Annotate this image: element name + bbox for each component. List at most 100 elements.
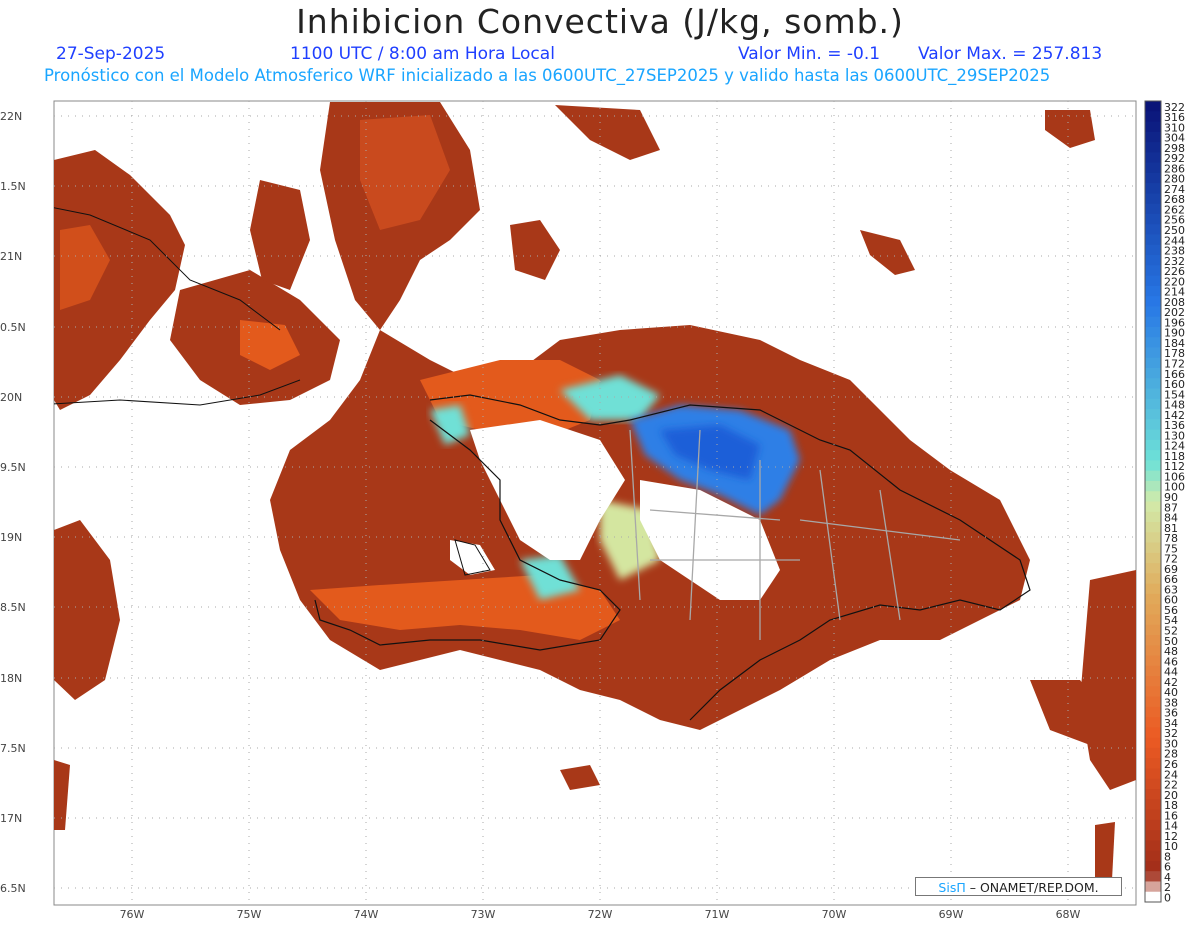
lat-label: 0.5N (0, 321, 26, 334)
colorbar-swatch (1145, 121, 1161, 133)
colorbar-swatch (1145, 101, 1161, 112)
colorbar-swatch (1145, 706, 1161, 718)
colorbar-swatch (1145, 419, 1161, 431)
colorbar-swatch (1145, 789, 1161, 800)
colorbar-swatch (1145, 388, 1161, 400)
colorbar-swatch (1145, 337, 1161, 348)
colorbar-swatch (1145, 604, 1161, 615)
colorbar-swatch (1145, 717, 1161, 728)
colorbar-swatch (1145, 850, 1161, 862)
lat-labels: 22N 1.5N 21N 0.5N 20N 9.5N 19N 8.5N 18N … (0, 110, 26, 895)
colorbar-swatch (1145, 635, 1161, 646)
colorbar-swatch (1145, 429, 1161, 441)
colorbar-swatch (1145, 891, 1161, 903)
colorbar-swatch (1145, 347, 1161, 359)
colorbar-swatch (1145, 203, 1161, 215)
colorbar-swatch (1145, 563, 1161, 574)
colorbar-swatch (1145, 275, 1161, 287)
colorbar-swatch (1145, 583, 1161, 595)
colorbar-swatch (1145, 142, 1161, 153)
colorbar-swatch (1145, 183, 1161, 194)
colorbar-swatch (1145, 665, 1161, 677)
lon-label: 74W (354, 908, 379, 921)
colorbar-swatch (1145, 799, 1161, 811)
lon-label: 73W (471, 908, 496, 921)
colorbar-swatch (1145, 378, 1161, 390)
colorbar-swatch (1145, 460, 1161, 472)
colorbar-swatch (1145, 501, 1161, 513)
credit-org: – ONAMET/REP.DOM. (969, 880, 1099, 895)
colorbar-swatch (1145, 244, 1161, 256)
colorbar-swatch (1145, 860, 1161, 872)
colorbar-swatch (1145, 285, 1161, 297)
lon-label: 72W (588, 908, 613, 921)
colorbar-swatch (1145, 645, 1161, 657)
colorbar-swatch (1145, 552, 1161, 564)
colorbar-swatch (1145, 255, 1161, 266)
colorbar-swatch (1145, 727, 1161, 739)
colorbar-swatch (1145, 778, 1161, 790)
colorbar-swatch (1145, 758, 1161, 769)
colorbar-swatch (1145, 737, 1161, 749)
lon-label: 70W (822, 908, 847, 921)
lon-label: 69W (939, 908, 964, 921)
lat-label: 19N (0, 531, 22, 544)
colorbar-swatch (1145, 819, 1161, 831)
colorbar-swatch (1145, 357, 1161, 369)
colorbar-swatch (1145, 542, 1161, 554)
colorbar-swatch (1145, 480, 1161, 492)
lat-label: 8.5N (0, 601, 26, 614)
colorbar-swatch (1145, 131, 1161, 143)
colorbar-swatch (1145, 111, 1161, 123)
colorbar-swatch (1145, 747, 1161, 759)
cin-map: 22N 1.5N 21N 0.5N 20N 9.5N 19N 8.5N 18N … (0, 100, 1185, 921)
colorbar-swatch (1145, 470, 1161, 482)
lat-label: 21N (0, 250, 22, 263)
colorbar-swatch (1145, 234, 1161, 246)
colorbar-swatch (1145, 593, 1161, 605)
lon-label: 71W (705, 908, 730, 921)
colorbar-swatch (1145, 172, 1161, 184)
colorbar-swatch (1145, 316, 1161, 328)
colorbar-swatch (1145, 532, 1161, 544)
colorbar-swatch (1145, 398, 1161, 410)
lat-label: 1.5N (0, 180, 26, 193)
colorbar-swatch (1145, 830, 1161, 841)
lat-label: 9.5N (0, 461, 26, 474)
colorbar-swatch (1145, 686, 1161, 698)
lon-label: 76W (120, 908, 145, 921)
colorbar-swatch (1145, 152, 1161, 164)
colorbar-swatch (1145, 676, 1161, 687)
colorbar-label: 0 (1164, 892, 1171, 905)
colorbar-swatch (1145, 696, 1161, 708)
colorbar-swatch (1145, 193, 1161, 205)
colorbar-swatch (1145, 224, 1161, 235)
colorbar-swatch (1145, 614, 1161, 626)
colorbar: 3223163103042982922862802742682622562502… (1144, 100, 1185, 905)
colorbar-swatch (1145, 439, 1161, 451)
colorbar-swatch (1145, 213, 1161, 225)
lon-labels: 76W 75W 74W 73W 72W 71W 70W 69W 68W (120, 908, 1081, 921)
lat-label: 18N (0, 672, 22, 685)
lon-label: 68W (1056, 908, 1081, 921)
colorbar-swatch (1145, 296, 1161, 307)
colorbar-swatch (1145, 265, 1161, 277)
colorbar-swatch (1145, 624, 1161, 636)
colorbar-swatch (1145, 491, 1161, 502)
colorbar-swatch (1145, 450, 1161, 461)
colorbar-swatch (1145, 573, 1161, 585)
colorbar-swatch (1145, 511, 1161, 523)
colorbar-swatch (1145, 809, 1161, 821)
colorbar-swatch (1145, 522, 1161, 533)
lat-label: 6.5N (0, 882, 26, 895)
lat-label: 17N (0, 812, 22, 825)
colorbar-swatch (1145, 409, 1161, 420)
cin-fleck-se (1095, 822, 1115, 880)
lat-label: 20N (0, 391, 22, 404)
colorbar-swatch (1145, 655, 1161, 667)
colorbar-swatch (1145, 840, 1161, 852)
colorbar-swatch (1145, 768, 1161, 780)
colorbar-swatch (1145, 368, 1161, 379)
credit-box: SisΠ – ONAMET/REP.DOM. (915, 877, 1122, 896)
colorbar-swatch (1145, 871, 1161, 882)
